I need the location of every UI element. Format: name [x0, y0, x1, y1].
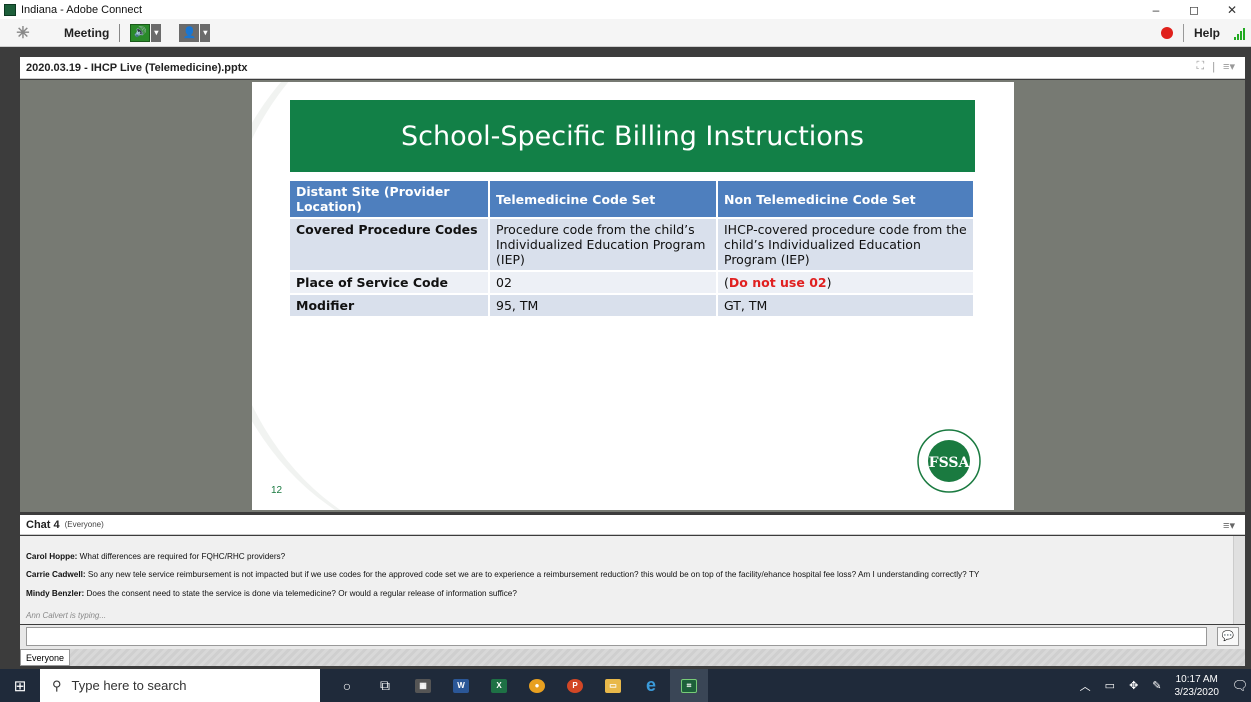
adobe-connect-app-icon	[4, 3, 16, 16]
slide-number: 12	[271, 485, 283, 496]
clock[interactable]: 10:17 AM 3/23/2020	[1175, 673, 1220, 699]
chat-message: Carol Hoppe: What differences are requir…	[26, 552, 285, 561]
taskbar-search[interactable]: ⚲ Type here to search	[40, 669, 320, 702]
search-icon: ⚲	[52, 677, 62, 693]
chat-menu-icon[interactable]: ≡▾	[1223, 519, 1235, 532]
chat-input[interactable]	[26, 627, 1207, 646]
chat-author: Carrie Cadwell:	[26, 570, 86, 579]
chat-tab-everyone[interactable]: Everyone	[20, 649, 70, 666]
window-controls: – ◻ ✕	[1137, 0, 1251, 19]
pen-icon[interactable]: ✎	[1152, 679, 1161, 692]
divider: |	[1212, 60, 1216, 73]
adobe-connect-logo-icon: ✳	[16, 24, 30, 42]
table-cell: Place of Service Code	[290, 270, 490, 294]
table-header: Telemedicine Code Set	[489, 181, 718, 218]
internet-explorer-icon[interactable]: e	[632, 669, 670, 702]
billing-table: Distant Site (Provider Location) Telemed…	[290, 181, 975, 316]
file-explorer-icon[interactable]: ▭	[594, 669, 632, 702]
help-menu[interactable]: Help	[1194, 26, 1220, 40]
clock-date: 3/23/2020	[1174, 686, 1220, 698]
typing-indicator: Ann Calvert is typing...	[26, 611, 107, 620]
send-message-icon[interactable]: 💬	[1217, 627, 1239, 646]
calculator-icon[interactable]: ▦	[404, 669, 442, 702]
chat-text: Does the consent need to state the servi…	[84, 589, 517, 598]
menu-divider	[1182, 24, 1184, 42]
notification-icon[interactable]: 🗨	[1229, 669, 1251, 702]
table-cell: Modifier	[290, 293, 490, 316]
table-header: Distant Site (Provider Location)	[290, 181, 490, 218]
table-header: Non Telemedicine Code Set	[717, 181, 975, 218]
table-row: Place of Service Code 02 (Do not use 02)	[290, 270, 975, 294]
table-cell: GT, TM	[717, 293, 975, 316]
chat-author: Carol Hoppe:	[26, 552, 78, 561]
camera-dropdown-icon[interactable]: ▾	[200, 23, 211, 42]
share-pod-controls: ⛶ | ≡▾	[1196, 60, 1235, 73]
clock-time: 10:17 AM	[1175, 673, 1218, 685]
table-cell: IHCP-covered procedure code from the chi…	[717, 217, 975, 271]
pod-menu-icon[interactable]: ≡▾	[1223, 60, 1235, 73]
minimize-button[interactable]: –	[1137, 0, 1175, 19]
table-cell: Procedure code from the child’s Individu…	[489, 217, 718, 271]
windows-taskbar: ⊞ ⚲ Type here to search ○ ⧉ ▦ W X ● P ▭ …	[0, 669, 1251, 702]
chat-pod-title: Chat 4	[26, 518, 60, 531]
word-icon[interactable]: W	[442, 669, 480, 702]
windows-start-icon[interactable]: ⊞	[0, 669, 40, 702]
share-pod-header: 2020.03.19 - IHCP Live (Telemedicine).pp…	[20, 57, 1245, 79]
adobe-connect-taskbar-icon[interactable]: ⌗	[670, 669, 708, 702]
meeting-menu[interactable]: Meeting	[64, 26, 109, 40]
record-icon[interactable]	[1160, 27, 1173, 39]
chat-message: Mindy Benzler: Does the consent need to …	[26, 589, 517, 598]
table-header-row: Distant Site (Provider Location) Telemed…	[290, 181, 975, 218]
table-cell: (Do not use 02)	[717, 270, 975, 294]
network-icon[interactable]: ▭	[1105, 679, 1115, 692]
window-title: Indiana - Adobe Connect	[21, 3, 143, 16]
warning-text: Do not use 02	[728, 275, 827, 290]
chat-text: So any new tele service reimbursement is…	[85, 570, 980, 579]
tray-expand-icon[interactable]: ︿	[1080, 678, 1091, 694]
powerpoint-icon[interactable]: P	[556, 669, 594, 702]
presentation-slide: School-Specific Billing Instructions Dis…	[252, 82, 1014, 510]
chat-scope: (Everyone)	[64, 520, 104, 529]
fssa-logo: FSSA	[917, 429, 981, 493]
task-view-icon[interactable]: ⧉	[366, 669, 404, 702]
excel-icon[interactable]: X	[480, 669, 518, 702]
table-cell: Covered Procedure Codes	[290, 217, 490, 271]
chat-messages: Carol Hoppe: What differences are requir…	[20, 536, 1245, 624]
menu-divider	[119, 23, 121, 42]
maximize-button[interactable]: ◻	[1175, 0, 1213, 19]
chat-pod-header: Chat 4 (Everyone) ≡▾	[20, 515, 1245, 535]
speaker-dropdown-icon[interactable]: ▾	[151, 23, 162, 42]
slide-title: School-Specific Billing Instructions	[290, 100, 975, 172]
table-row: Covered Procedure Codes Procedure code f…	[290, 217, 975, 271]
fullscreen-icon[interactable]: ⛶	[1196, 60, 1204, 73]
menu-bar: ✳ Meeting 🔊 ▾ 👤 ▾ Help	[0, 19, 1251, 47]
chat-message: Carrie Cadwell: So any new tele service …	[26, 570, 979, 579]
chat-author: Mindy Benzler:	[26, 589, 85, 598]
fssa-logo-text: FSSA	[929, 455, 971, 471]
dropbox-icon[interactable]: ✥	[1129, 679, 1138, 692]
window-titlebar: Indiana - Adobe Connect – ◻ ✕	[0, 0, 1251, 19]
connection-signal-icon	[1234, 26, 1245, 40]
close-button[interactable]: ✕	[1213, 0, 1251, 19]
table-cell: 02	[489, 270, 718, 294]
system-tray: ︿ ▭ ✥ ✎ 10:17 AM 3/23/2020 🗨	[1073, 669, 1251, 702]
chrome-icon[interactable]: ●	[518, 669, 556, 702]
table-cell: 95, TM	[489, 293, 718, 316]
chat-text: What differences are required for FQHC/R…	[77, 552, 286, 561]
share-pod-title: 2020.03.19 - IHCP Live (Telemedicine).pp…	[26, 61, 248, 74]
chat-tabs: Everyone	[20, 649, 1245, 666]
menubar-right: Help	[1160, 19, 1245, 47]
speaker-icon[interactable]: 🔊	[130, 23, 151, 42]
search-placeholder: Type here to search	[71, 678, 187, 693]
cortana-icon[interactable]: ○	[328, 669, 366, 702]
chat-input-row: 💬	[20, 625, 1245, 649]
chat-scrollbar[interactable]	[1233, 536, 1245, 624]
table-row: Modifier 95, TM GT, TM	[290, 293, 975, 316]
camera-icon[interactable]: 👤	[179, 23, 200, 42]
paren-close: )	[826, 275, 832, 290]
